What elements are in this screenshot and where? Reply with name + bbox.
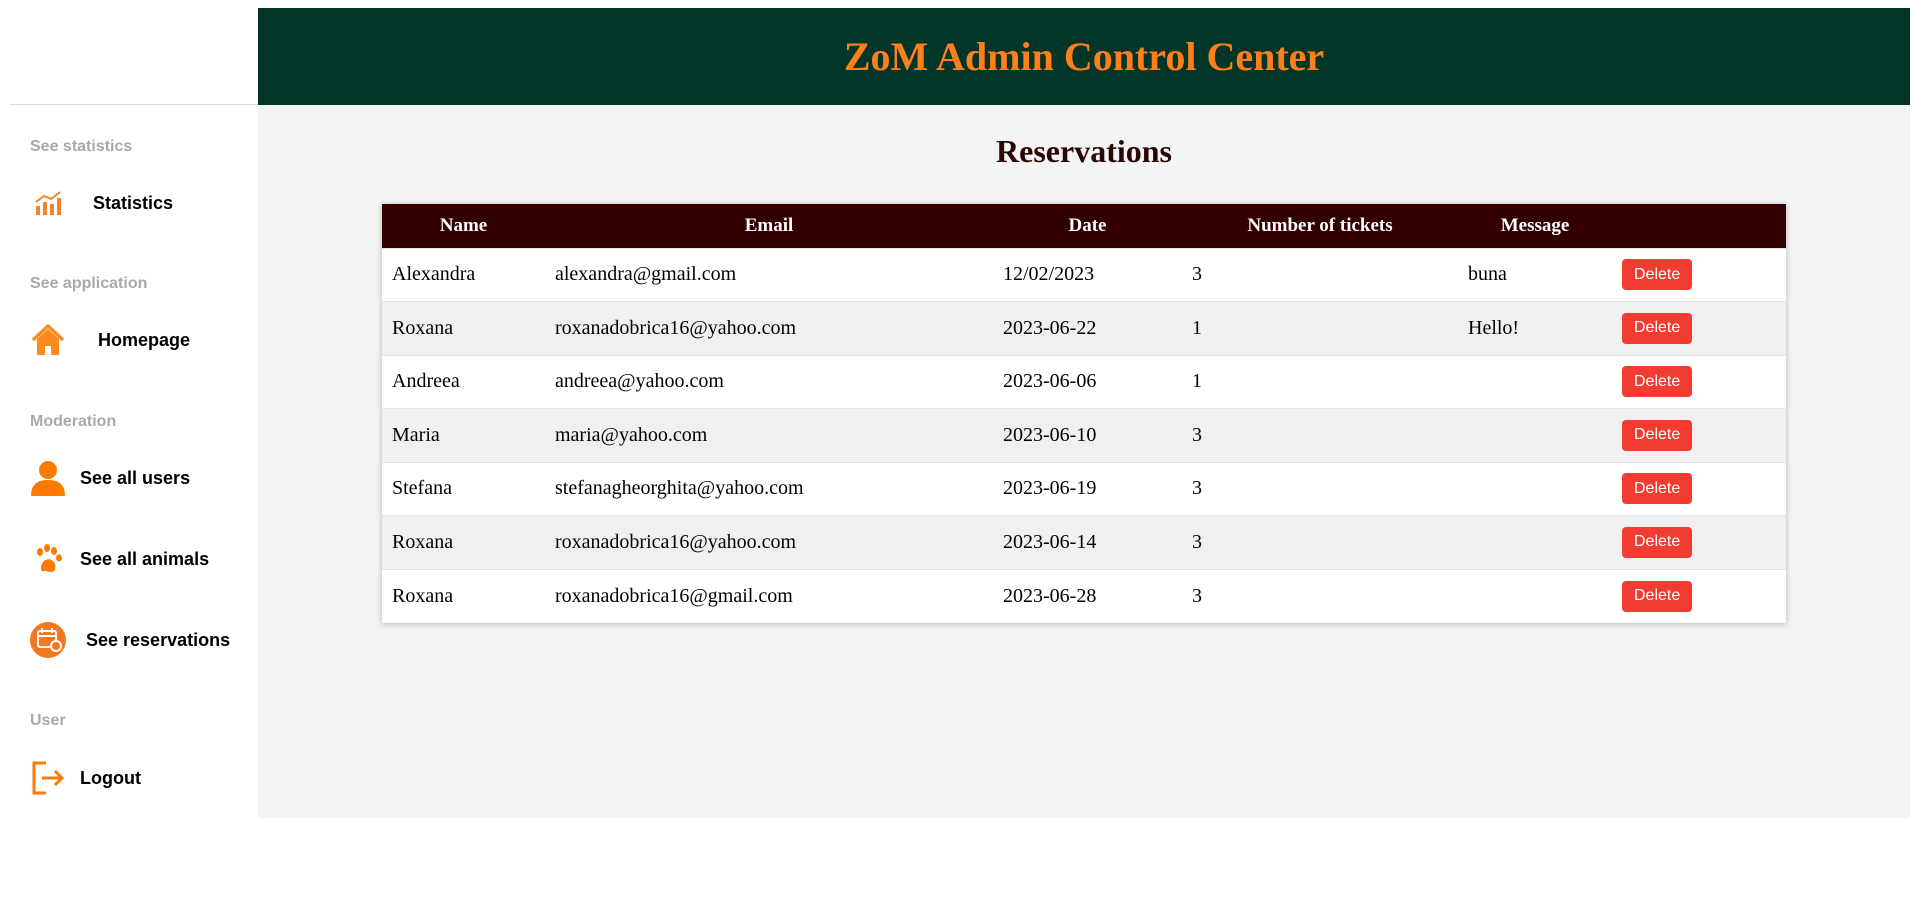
cell-email: andreea@yahoo.com bbox=[555, 370, 724, 393]
cell-name: Maria bbox=[392, 423, 440, 446]
cell-message bbox=[1458, 516, 1612, 570]
cell-actions: Delete bbox=[1612, 569, 1786, 623]
column-header-name: Name bbox=[439, 214, 488, 236]
cell-email: roxanadobrica16@yahoo.com bbox=[555, 316, 797, 339]
section-label-statistics: See statistics bbox=[30, 138, 133, 155]
cell-actions: Delete bbox=[1612, 355, 1786, 409]
column-header-date: Date bbox=[1068, 214, 1107, 236]
table-row: Andreea andreea@yahoo.com 2023-06-06 1 Delet… bbox=[382, 355, 1786, 409]
sidebar-logo-area bbox=[10, 0, 258, 105]
cell-date: 12/02/2023 bbox=[1003, 263, 1095, 286]
section-label-user: User bbox=[30, 712, 66, 729]
cell-tickets: 3 bbox=[1192, 584, 1202, 607]
delete-button[interactable]: Delete bbox=[1622, 419, 1693, 451]
column-header-message: Message bbox=[1500, 214, 1570, 236]
cell-actions: Delete bbox=[1612, 462, 1786, 516]
chart-icon bbox=[28, 183, 68, 223]
column-header-email: Email bbox=[744, 214, 794, 236]
table-row: Maria maria@yahoo.com 2023-06-10 3 Delete bbox=[382, 408, 1786, 463]
cell-message bbox=[1458, 409, 1612, 463]
sidebar-item-users[interactable]: See all users bbox=[28, 458, 190, 498]
sidebar-item-label: See all users bbox=[80, 467, 191, 488]
delete-button[interactable]: Delete bbox=[1622, 259, 1693, 291]
table-row: Alexandra alexandra@gmail.com 12/02/2023 3 b… bbox=[382, 248, 1786, 302]
delete-button[interactable]: Delete bbox=[1622, 473, 1693, 505]
cell-name: Alexandra bbox=[392, 263, 476, 286]
cell-email: stefanagheorghita@yahoo.com bbox=[555, 477, 804, 500]
cell-tickets: 3 bbox=[1192, 423, 1202, 446]
cell-actions: Delete bbox=[1612, 516, 1786, 570]
cell-date: 2023-06-06 bbox=[1003, 370, 1097, 393]
cell-date: 2023-06-19 bbox=[1003, 477, 1097, 500]
cell-tickets: 3 bbox=[1192, 263, 1202, 286]
sidebar-item-label: See all animals bbox=[80, 548, 210, 569]
cell-tickets: 1 bbox=[1192, 316, 1202, 339]
sidebar-item-reservations[interactable]: See reservations bbox=[28, 620, 230, 660]
main-content: Reservations Name Email Date Number of t… bbox=[258, 105, 1910, 818]
cell-message: Hello! bbox=[1468, 316, 1520, 339]
cell-tickets: 1 bbox=[1192, 370, 1202, 393]
delete-button[interactable]: Delete bbox=[1622, 526, 1693, 558]
section-label-application: See application bbox=[30, 275, 148, 292]
app-title: ZoM Admin Control Center bbox=[843, 34, 1325, 79]
sidebar-item-animals[interactable]: See all animals bbox=[28, 539, 209, 579]
section-label-moderation: Moderation bbox=[30, 413, 117, 430]
logout-icon bbox=[28, 758, 68, 798]
table-row: Roxana roxanadobrica16@yahoo.com 2023-06-1… bbox=[382, 515, 1786, 570]
cell-name: Stefana bbox=[392, 477, 452, 500]
sidebar-item-label: See reservations bbox=[86, 629, 231, 650]
cell-name: Roxana bbox=[392, 530, 454, 553]
user-icon bbox=[28, 458, 68, 498]
column-header-actions bbox=[1612, 204, 1786, 248]
table-row: Roxana roxanadobrica16@yahoo.com 2023-06-2… bbox=[382, 301, 1786, 356]
cell-message bbox=[1458, 462, 1612, 516]
column-header-tickets: Number of tickets bbox=[1247, 214, 1393, 236]
sidebar-item-label: Logout bbox=[80, 767, 141, 788]
cell-message bbox=[1458, 355, 1612, 409]
sidebar-item-statistics[interactable]: Statistics bbox=[28, 183, 173, 223]
cell-date: 2023-06-22 bbox=[1003, 316, 1097, 339]
cell-email: roxanadobrica16@gmail.com bbox=[555, 584, 793, 607]
delete-button[interactable]: Delete bbox=[1622, 366, 1693, 398]
cell-actions: Delete bbox=[1612, 248, 1786, 302]
cell-date: 2023-06-14 bbox=[1003, 530, 1097, 553]
cell-date: 2023-06-28 bbox=[1003, 584, 1097, 607]
calendar-icon bbox=[28, 620, 68, 660]
cell-message: buna bbox=[1468, 263, 1507, 286]
cell-name: Roxana bbox=[392, 584, 454, 607]
cell-actions: Delete bbox=[1612, 409, 1786, 463]
cell-email: maria@yahoo.com bbox=[555, 423, 708, 446]
sidebar-item-label: Statistics bbox=[93, 192, 174, 213]
paw-icon bbox=[28, 539, 68, 579]
cell-email: roxanadobrica16@yahoo.com bbox=[555, 530, 797, 553]
sidebar-item-label: Homepage bbox=[98, 329, 191, 350]
cell-message bbox=[1458, 569, 1612, 623]
table-row: Stefana stefanagheorghita@yahoo.com 2023-0… bbox=[382, 462, 1786, 516]
cell-actions: Delete bbox=[1612, 302, 1786, 356]
cell-tickets: 3 bbox=[1192, 477, 1202, 500]
delete-button[interactable]: Delete bbox=[1622, 580, 1693, 612]
cell-email: alexandra@gmail.com bbox=[555, 263, 737, 286]
sidebar: See statistics Statistics See applicatio… bbox=[10, 0, 258, 898]
sidebar-item-homepage[interactable]: Homepage bbox=[28, 320, 190, 360]
cell-tickets: 3 bbox=[1192, 530, 1202, 553]
cell-name: Roxana bbox=[392, 316, 454, 339]
reservations-table: Name Email Date Number of tickets Messag… bbox=[382, 204, 1786, 623]
home-icon bbox=[28, 320, 68, 360]
page-title: Reservations bbox=[996, 133, 1172, 169]
table-row: Roxana roxanadobrica16@gmail.com 2023-06-2… bbox=[382, 569, 1786, 623]
sidebar-item-logout[interactable]: Logout bbox=[28, 758, 141, 798]
cell-name: Andreea bbox=[392, 370, 460, 393]
header-bar: ZoM Admin Control Center bbox=[258, 8, 1910, 105]
cell-date: 2023-06-10 bbox=[1003, 423, 1097, 446]
delete-button[interactable]: Delete bbox=[1622, 312, 1693, 344]
table-header-row: Name Email Date Number of tickets Messag… bbox=[382, 204, 1786, 248]
